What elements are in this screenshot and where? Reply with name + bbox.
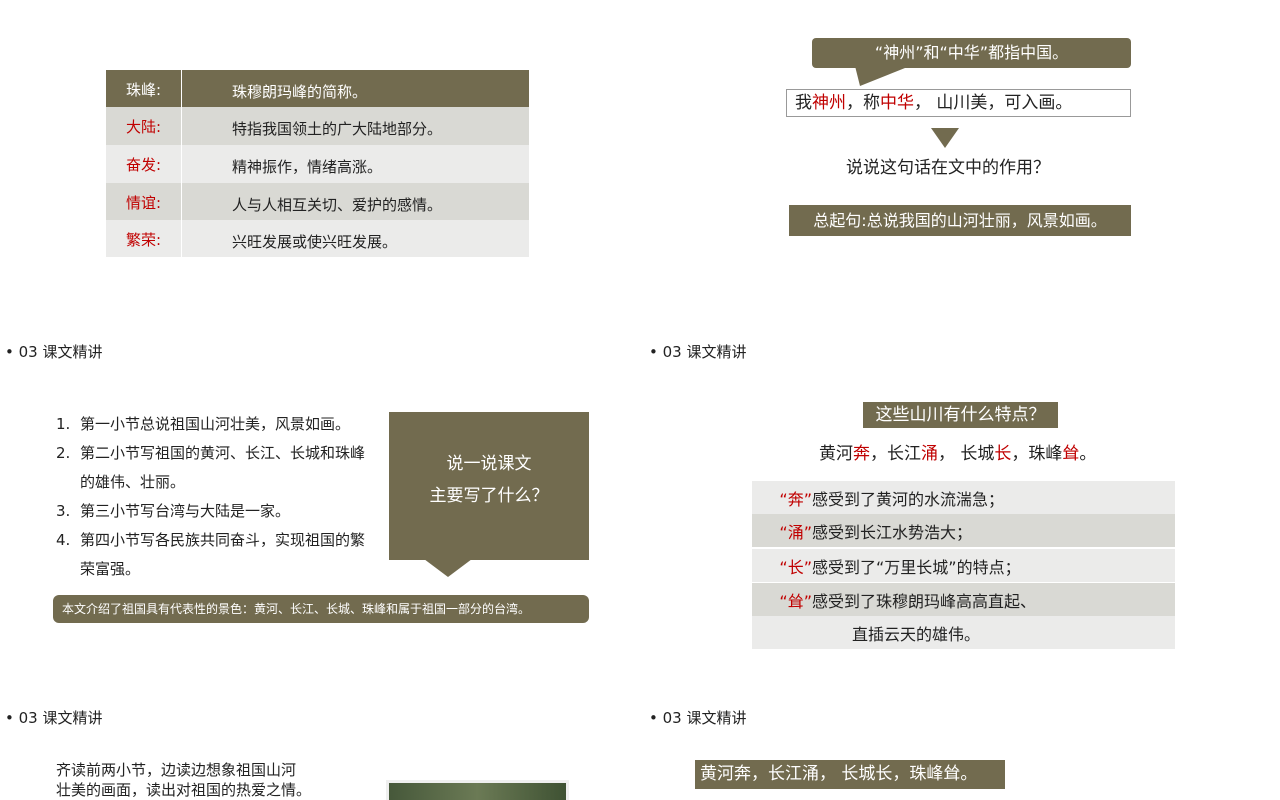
callout-line: 主要写了什么？ — [429, 486, 549, 506]
list-item: 3. 第三小节写台湾与大陆是一家。 — [56, 502, 291, 520]
great-wall-photo — [386, 780, 569, 800]
row-text: 感受到长江水势浩大； — [812, 522, 973, 542]
list-item: 2. 第二小节写祖国的黄河、长江、长城和珠峰的雄伟、壮丽。 — [56, 444, 366, 491]
vocab-row: 珠峰: 珠穆朗玛峰的简称。 — [106, 70, 529, 107]
phrase-banner: 黄河奔，长江涌， 长城长，珠峰耸。 — [695, 760, 1005, 789]
row-text: 感受到了珠穆朗玛峰高高直起、 — [812, 591, 1037, 611]
vocab-row: 情谊: 人与人相互关切、爱护的感情。 — [106, 183, 529, 220]
row-text: 感受到了黄河的水流湍急； — [812, 489, 1005, 509]
vocab-definition: 精神振作，情绪高涨。 — [232, 158, 383, 176]
table-row: 直插云天的雄伟。 — [752, 616, 1175, 649]
sentence-text: 我 — [795, 93, 812, 113]
section-header: • 03 课文精讲 — [5, 709, 103, 727]
vocab-term: 珠峰: — [106, 70, 182, 107]
section-header: • 03 课文精讲 — [5, 343, 103, 361]
key-word: “涌” — [779, 522, 812, 542]
reading-instruction: 齐读前两小节，边读边想象祖国山河 壮美的画面，读出对祖国的热爱之情。 — [56, 761, 312, 799]
vocab-definition: 人与人相互关切、爱护的感情。 — [232, 196, 443, 214]
vocab-row: 奋发: 精神振作，情绪高涨。 — [106, 145, 529, 183]
summary-banner: 本文介绍了祖国具有代表性的景色：黄河、长江、长城、珠峰和属于祖国一部分的台湾。 — [53, 595, 589, 623]
discussion-callout: 说一说课文 主要写了什么？ — [389, 412, 589, 560]
sentence-text: ，称 — [846, 93, 880, 113]
vocab-definition: 珠穆朗玛峰的简称。 — [232, 83, 368, 101]
list-item: 4. 第四小节写各民族共同奋斗，实现祖国的繁荣富强。 — [56, 531, 366, 578]
callout-tail-icon — [855, 66, 910, 86]
sentence-highlight: 中华 — [880, 93, 914, 113]
key-word: “奔” — [779, 489, 812, 509]
sentence-highlight: 神州 — [812, 93, 846, 113]
vocab-row: 繁荣: 兴旺发展或使兴旺发展。 — [106, 220, 529, 257]
section-header: • 03 课文精讲 — [649, 343, 747, 361]
table-row: “奔” 感受到了黄河的水流湍急； — [752, 481, 1175, 514]
table-row: “长” 感受到了“万里长城”的特点； — [752, 549, 1175, 582]
table-row: “涌” 感受到长江水势浩大； — [752, 514, 1175, 547]
answer-banner: 总起句:总说我国的山河壮丽，风景如画。 — [789, 205, 1131, 236]
key-word: “长” — [779, 557, 812, 577]
discussion-question: 说说这句话在文中的作用？ — [846, 158, 1050, 178]
key-word: “耸” — [779, 591, 812, 611]
section-header: • 03 课文精讲 — [649, 709, 747, 727]
row-text: 直插云天的雄伟。 — [852, 624, 981, 644]
callout-text: “神州”和“中华”都指中国。 — [874, 43, 1069, 62]
vocab-row: 大陆: 特指我国领土的广大陆地部分。 — [106, 107, 529, 145]
vocab-term: 情谊: — [106, 183, 182, 220]
callout-bubble: “神州”和“中华”都指中国。 — [812, 38, 1131, 68]
quote-sentence-box: 我神州，称中华， 山川美，可入画。 — [786, 89, 1131, 117]
callout-line: 说一说课文 — [446, 454, 532, 474]
callout-tail-icon — [424, 559, 472, 577]
vocab-definition: 兴旺发展或使兴旺发展。 — [232, 233, 398, 251]
vocab-term: 大陆: — [106, 107, 182, 145]
vocab-definition: 特指我国领土的广大陆地部分。 — [232, 120, 443, 138]
down-arrow-icon — [931, 128, 959, 148]
vocab-term: 繁荣: — [106, 220, 182, 257]
summary-list: 1. 第一小节总说祖国山河壮美，风景如画。 2. 第二小节写祖国的黄河、长江、长城和… — [56, 410, 376, 584]
list-item: 1. 第一小节总说祖国山河壮美，风景如画。 — [56, 415, 351, 433]
row-text: 感受到了“万里长城”的特点； — [812, 557, 1021, 577]
sentence-text: ， 山川美，可入画。 — [914, 93, 1073, 113]
table-row: “耸” 感受到了珠穆朗玛峰高高直起、 — [752, 583, 1175, 616]
question-banner: 这些山川有什么特点？ — [863, 402, 1058, 428]
vocab-term: 奋发: — [106, 145, 182, 183]
feature-phrase: 黄河奔，长江涌， 长城长，珠峰耸。 — [819, 444, 1097, 464]
